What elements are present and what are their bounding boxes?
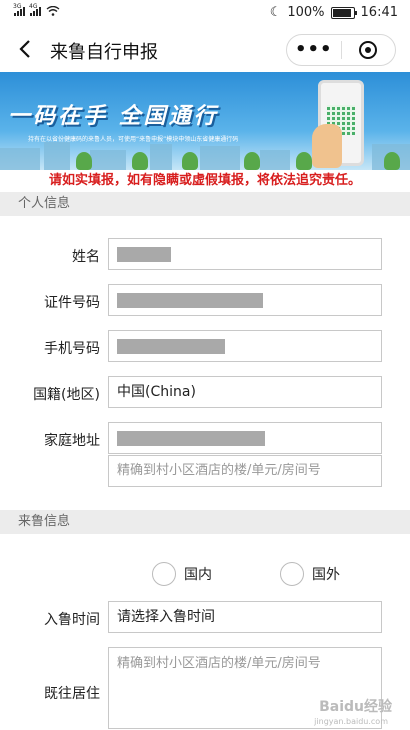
status-bar: 3G 4G ☾ 100% 16:41	[0, 0, 410, 26]
status-right: ☾ 100% 16:41	[270, 5, 398, 20]
section-arrival-info: 来鲁信息	[0, 510, 410, 534]
back-button[interactable]	[12, 36, 38, 62]
baidu-watermark-logo: Baidu经验	[319, 699, 392, 715]
signal-icon: 3G	[13, 3, 25, 16]
redacted-value	[117, 339, 225, 354]
do-not-disturb-icon: ☾	[269, 5, 282, 20]
battery-fill	[332, 8, 351, 17]
phone-field[interactable]	[108, 330, 382, 362]
redacted-value	[117, 293, 263, 308]
radio-circle-icon	[280, 562, 304, 586]
address-label: 家庭地址	[44, 433, 100, 449]
entry-time-label: 入鲁时间	[44, 612, 100, 628]
section-personal-info: 个人信息	[0, 192, 410, 216]
target-icon	[359, 41, 378, 59]
page-title: 来鲁自行申报	[50, 42, 158, 63]
baidu-watermark-url: jingyan.baidu.com	[314, 717, 388, 726]
close-mini-program-button[interactable]	[342, 35, 396, 65]
more-button[interactable]: •••	[287, 35, 341, 65]
address-detail-input[interactable]: 精确到村小区酒店的楼/单元/房间号	[108, 455, 382, 487]
radio-domestic-label: 国内	[184, 567, 212, 583]
title-bar: 来鲁自行申报 •••	[0, 26, 410, 72]
clock: 16:41	[360, 5, 398, 20]
banner-subtitle: 持有在以省份健康码的来鲁人员，可使用“来鲁申报”模块申领山东省健康通行码	[28, 136, 239, 143]
section-title: 来鲁信息	[18, 514, 71, 529]
nationality-field[interactable]: 中国(China)	[108, 376, 382, 408]
back-arrow-icon	[19, 40, 30, 58]
signal-icon-2: 4G	[29, 3, 41, 16]
previous-residence-label: 既往居住	[44, 686, 100, 702]
wifi-icon	[46, 6, 60, 16]
redacted-value	[117, 247, 171, 262]
battery-percent: 100%	[287, 5, 325, 20]
radio-abroad[interactable]: 国外	[280, 562, 340, 586]
battery-icon	[330, 6, 357, 19]
phone-label: 手机号码	[44, 341, 100, 357]
network-type-1: 3G	[13, 3, 22, 10]
name-field[interactable]	[108, 238, 382, 270]
name-label: 姓名	[72, 249, 100, 265]
network-type-2: 4G	[29, 3, 38, 10]
redacted-value	[117, 431, 265, 446]
id-number-field[interactable]	[108, 284, 382, 316]
more-dots-icon: •••	[294, 39, 333, 60]
warning-notice: 请如实填报，如有隐瞒或虚假填报，将依法追究责任。	[0, 170, 410, 192]
banner-headline: 一码在手 全国通行	[8, 104, 219, 129]
section-title: 个人信息	[18, 196, 71, 211]
radio-circle-icon	[152, 562, 176, 586]
mini-program-capsule: •••	[286, 34, 396, 66]
promo-banner: 一码在手 全国通行 持有在以省份健康码的来鲁人员，可使用“来鲁申报”模块申领山东…	[0, 72, 410, 170]
nationality-label: 国籍(地区)	[33, 387, 100, 403]
hand-illustration	[312, 124, 342, 168]
radio-abroad-label: 国外	[312, 567, 340, 583]
radio-domestic[interactable]: 国内	[152, 562, 212, 586]
id-label: 证件号码	[44, 295, 100, 311]
address-region-field[interactable]	[108, 422, 382, 454]
signal-group: 3G 4G	[13, 3, 60, 16]
entry-time-picker[interactable]: 请选择入鲁时间	[108, 601, 382, 633]
